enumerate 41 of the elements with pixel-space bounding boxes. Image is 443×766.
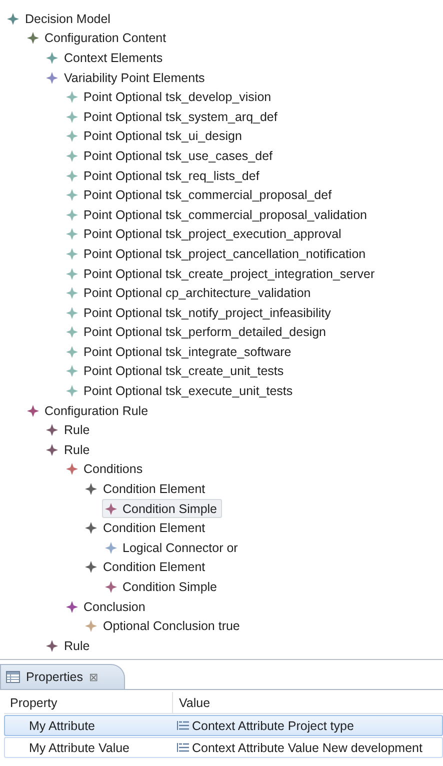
- tree-item[interactable]: Point Optional tsk_create_project_integration_server: [62, 264, 380, 284]
- tree-item[interactable]: Point Optional tsk_integrate_software: [62, 342, 296, 362]
- tree-item[interactable]: Point Optional tsk_project_execution_approval: [62, 224, 346, 244]
- list-icon: [177, 721, 189, 730]
- tree-item[interactable]: Point Optional cp_architecture_validation: [62, 284, 316, 303]
- tree-item[interactable]: Rule: [43, 440, 95, 460]
- tree-item[interactable]: Point Optional tsk_create_unit_tests: [62, 362, 289, 381]
- tree-item[interactable]: Point Optional tsk_commercial_proposal_def: [62, 186, 337, 205]
- tree-item[interactable]: Conditions: [62, 460, 148, 479]
- list-icon: [177, 743, 189, 752]
- tree-item[interactable]: Point Optional tsk_execute_unit_tests: [62, 382, 298, 401]
- tree-item[interactable]: Condition Element: [82, 518, 210, 538]
- column-header[interactable]: Value: [172, 692, 443, 713]
- tree-item[interactable]: Point Optional tsk_develop_vision: [62, 88, 276, 107]
- tree-item[interactable]: Point Optional tsk_project_cancellation_notification: [62, 244, 371, 264]
- column-header[interactable]: Property: [4, 692, 172, 713]
- tree-item[interactable]: Decision Model: [4, 9, 116, 28]
- tree-item[interactable]: Point Optional tsk_perform_detailed_design: [62, 322, 332, 342]
- tree-item[interactable]: Condition Element: [82, 480, 210, 499]
- tree-item[interactable]: Variability Point Elements: [43, 68, 210, 88]
- tree-item[interactable]: Condition Simple: [102, 499, 222, 518]
- tree-item[interactable]: Context Elements: [43, 48, 168, 68]
- tree-item[interactable]: Conclusion: [62, 597, 150, 616]
- tree-item[interactable]: Rule: [43, 636, 95, 656]
- tree-item[interactable]: Optional Conclusion true: [82, 616, 245, 636]
- tree-item[interactable]: Configuration Content: [24, 28, 172, 48]
- table-icon: [6, 671, 20, 683]
- property-row[interactable]: My Attribute Context Attribute Project type: [4, 715, 443, 736]
- tree-item[interactable]: Point Optional tsk_system_arq_def: [62, 107, 282, 126]
- tree-item[interactable]: Point Optional tsk_ui_design: [62, 126, 247, 146]
- tree-item[interactable]: Point Optional tsk_req_lists_def: [62, 166, 264, 186]
- properties-tab[interactable]: Properties ⊠: [0, 664, 125, 689]
- tree-item[interactable]: Configuration Rule: [24, 401, 154, 420]
- tree-item[interactable]: Condition Element: [82, 558, 210, 577]
- tree-item[interactable]: Condition Simple: [102, 578, 222, 597]
- tree-item[interactable]: Point Optional tsk_notify_project_infeasibility: [62, 303, 336, 322]
- property-row[interactable]: My Attribute Value Context Attribute Value New development: [4, 737, 443, 758]
- tree-item[interactable]: Point Optional tsk_use_cases_def: [62, 146, 278, 166]
- tree-item[interactable]: Point Optional tsk_commercial_proposal_validation: [62, 205, 372, 224]
- tree-item[interactable]: Logical Connector or: [102, 538, 243, 558]
- tree-item[interactable]: Rule: [43, 420, 95, 440]
